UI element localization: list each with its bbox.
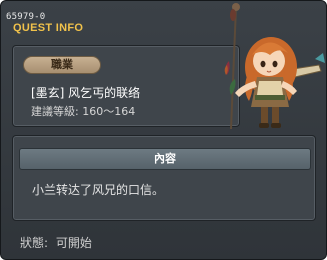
quest-id-label: 65979-0 bbox=[6, 12, 46, 22]
window-title: QUEST INFO bbox=[13, 22, 84, 34]
quest-info-panel: 職業 [墨玄] 风乞丐的联络 建議等級: 160～164 bbox=[12, 45, 240, 127]
content-header: 內容 bbox=[19, 148, 311, 170]
content-panel: 內容 小兰转达了风兄的口信。 bbox=[12, 135, 316, 221]
npc-character-icon bbox=[224, 3, 325, 130]
status-value: 可開始 bbox=[55, 236, 92, 250]
status-row: 狀態: 可開始 bbox=[20, 234, 92, 251]
level-requirement: 建議等級: 160～164 bbox=[31, 105, 136, 118]
quest-name: [墨玄] 风乞丐的联络 bbox=[31, 86, 141, 100]
quest-info-window: 65979-0 QUEST INFO 職業 [墨玄] 风乞丐的联络 建議等級: … bbox=[0, 0, 327, 260]
job-badge: 職業 bbox=[23, 56, 101, 74]
content-text: 小兰转达了风兄的口信。 bbox=[32, 183, 165, 197]
status-label: 狀態: bbox=[20, 236, 49, 250]
